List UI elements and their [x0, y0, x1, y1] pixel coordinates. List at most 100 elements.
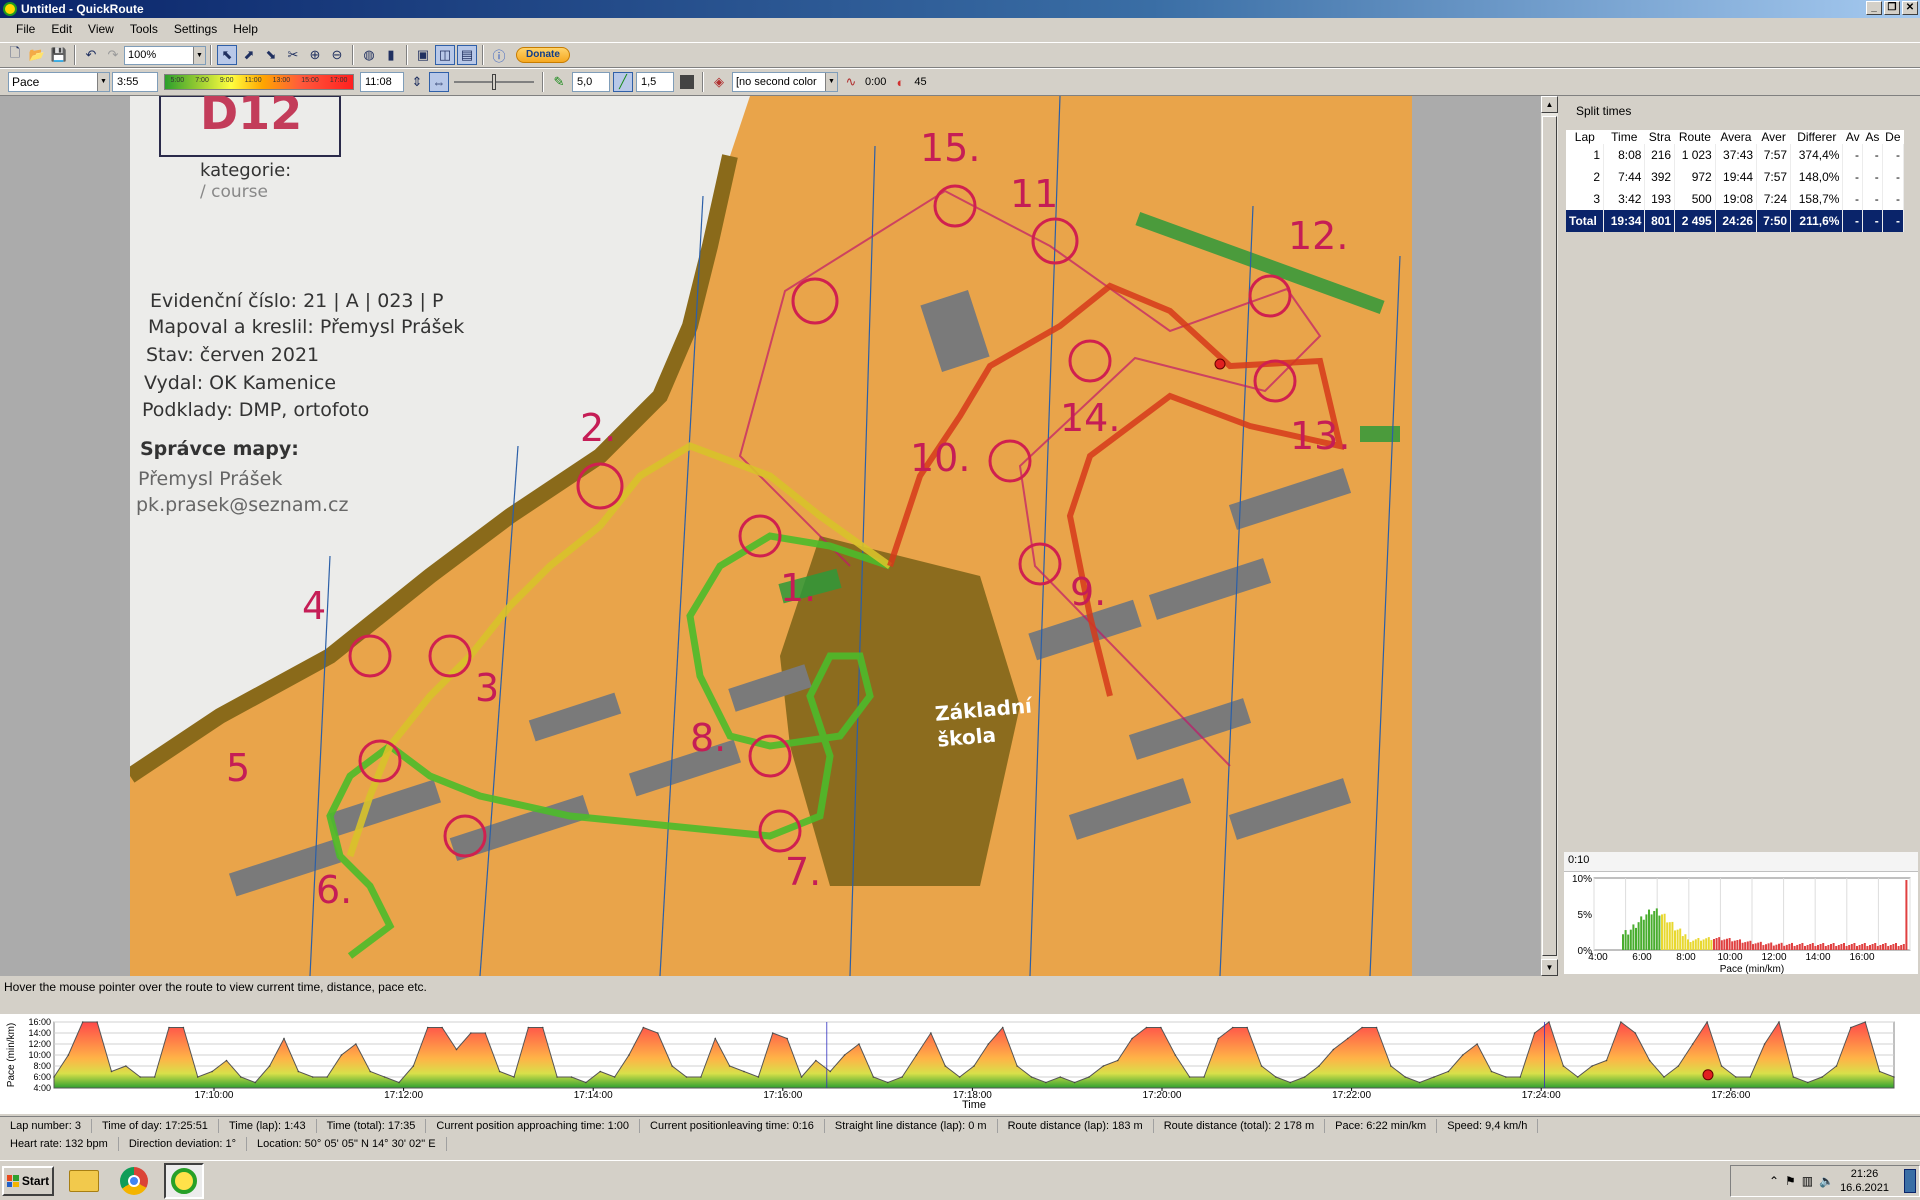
column-header[interactable]: As [1862, 130, 1882, 144]
globe-icon[interactable]: ◍ [359, 45, 379, 65]
open-file-icon[interactable]: 📂 [27, 45, 47, 65]
column-header[interactable]: Av [1843, 130, 1863, 144]
zoom-out-icon[interactable]: ⊖ [327, 45, 347, 65]
pace-data-point [211, 1070, 213, 1073]
scrollbar-thumb[interactable] [1542, 116, 1557, 956]
column-header[interactable]: Avera [1715, 130, 1756, 144]
histogram-bar [1897, 946, 1900, 950]
chevron-down-icon[interactable]: ▼ [825, 73, 837, 91]
mask-width-stepper[interactable]: 1,5 [636, 72, 674, 92]
histogram-bar [1749, 940, 1752, 950]
clock[interactable]: 21:26 16.6.2021 [1840, 1167, 1889, 1195]
window-controls: _ ❐ ✕ [1866, 1, 1918, 15]
table-row[interactable]: 2 7:44 392 972 19:44 7:57 148,0% - - - [1566, 166, 1905, 188]
histogram-bar [1754, 943, 1757, 950]
redo-icon[interactable]: ↷ [103, 45, 123, 65]
table-row[interactable]: 1 8:08 216 1 023 37:43 7:57 374,4% - - - [1566, 144, 1905, 166]
network-icon[interactable]: ▥ [1802, 1174, 1813, 1188]
column-header[interactable]: Differer [1791, 130, 1843, 144]
histogram-bar [1627, 934, 1630, 950]
zoom-select[interactable]: 100% ▼ [124, 45, 206, 65]
histogram-bar [1666, 922, 1669, 950]
pointer-tool-icon[interactable]: ⬉ [217, 45, 237, 65]
menu-edit[interactable]: Edit [43, 22, 80, 36]
action-center-flag-icon[interactable]: ⚑ [1785, 1174, 1796, 1188]
orienteering-map[interactable]: D12 kategorie: / course Evidenční číslo:… [130, 96, 1412, 976]
help-icon[interactable]: ⓘ [489, 45, 509, 65]
undo-icon[interactable]: ↶ [81, 45, 101, 65]
file-explorer-taskbar-icon[interactable] [64, 1163, 104, 1199]
histogram-bar [1811, 942, 1814, 950]
column-header[interactable]: Route [1675, 130, 1716, 144]
chevron-down-icon[interactable]: ▼ [193, 46, 205, 64]
route-mask-icon[interactable]: ╱ [613, 72, 633, 92]
lap-histogram-panel[interactable]: 16:00 14:00 12:00 10:00 8:00 6:00 4:00 17:10:00… [0, 1014, 1920, 1114]
show-desktop-button[interactable] [1904, 1169, 1916, 1193]
map-course-label: / course [200, 182, 268, 202]
start-button[interactable]: Start [2, 1166, 54, 1196]
right-panel-toggle-icon[interactable]: ◫ [435, 45, 455, 65]
zoom-in-icon[interactable]: ⊕ [305, 45, 325, 65]
color-range-scale[interactable]: 5:00 7:00 9:00 11:00 13:00 15:00 17:00 [164, 74, 354, 90]
menu-view[interactable]: View [80, 22, 122, 36]
histogram-interval-value[interactable]: 0:10 [1568, 854, 1589, 866]
transparency-slider[interactable] [454, 72, 534, 92]
histogram-interval-field[interactable]: 0:10 [1564, 852, 1918, 872]
color-range-max-input[interactable]: 11:08 [360, 72, 404, 92]
close-button[interactable]: ✕ [1902, 1, 1918, 15]
column-header[interactable]: Aver [1757, 130, 1791, 144]
line-width-stepper[interactable]: 5,0 [572, 72, 610, 92]
bookmark-icon[interactable]: ▮ [381, 45, 401, 65]
chevron-down-icon[interactable]: ▼ [97, 73, 109, 91]
histogram-bar [1814, 945, 1817, 950]
bottom-panel-toggle-icon[interactable]: ▤ [457, 45, 477, 65]
menu-help[interactable]: Help [225, 22, 266, 36]
adjust-range-icon[interactable]: ⇕ [407, 72, 427, 92]
show-hidden-icons-icon[interactable]: ⌃ [1769, 1174, 1779, 1188]
new-file-icon[interactable]: 🗋 [5, 45, 25, 65]
menu-settings[interactable]: Settings [166, 22, 225, 36]
color-coding-attribute-select[interactable]: Pace ▼ [8, 72, 110, 92]
split-times-table[interactable]: Lap Time Stra Route Avera Aver Differer … [1566, 130, 1905, 232]
scroll-up-icon[interactable]: ▲ [1541, 96, 1558, 113]
color-range-min-input[interactable]: 3:55 [112, 72, 158, 92]
chrome-taskbar-icon[interactable] [114, 1163, 154, 1199]
quickroute-taskbar-icon[interactable] [164, 1163, 204, 1199]
minimize-button[interactable]: _ [1866, 1, 1882, 15]
slider-thumb[interactable] [492, 74, 496, 90]
histogram-bar [1650, 914, 1653, 950]
pace-time-chart[interactable]: 16:0014:0012:0010:008:006:004:00 17:10:00… [0, 1014, 1920, 1114]
direction-value[interactable]: 45 [914, 76, 926, 88]
table-total-row[interactable]: Total 19:34 801 2 495 24:26 7:50 211,6% … [1566, 210, 1905, 232]
pace-data-point [1016, 1065, 1018, 1067]
column-header[interactable]: Lap [1566, 130, 1604, 144]
menu-tools[interactable]: Tools [122, 22, 166, 36]
maximize-button[interactable]: ❐ [1884, 1, 1900, 15]
pace-data-point [311, 1076, 314, 1078]
histogram-y-label: 10% [1572, 874, 1592, 885]
histogram-bar [1640, 916, 1643, 950]
smoothing-value[interactable]: 0:00 [865, 76, 886, 88]
donate-button[interactable]: Donate [516, 47, 570, 63]
fullscreen-icon[interactable]: ▣ [413, 45, 433, 65]
zoom-route-tool-icon[interactable]: ⬊ [261, 45, 281, 65]
map-viewport[interactable]: D12 kategorie: / course Evidenční číslo:… [0, 96, 1558, 976]
second-color-select[interactable]: [no second color ▼ [732, 72, 838, 92]
pace-data-point [1231, 1026, 1234, 1029]
scroll-down-icon[interactable]: ▼ [1541, 959, 1558, 976]
info-field: Direction deviation: 1° [119, 1137, 247, 1151]
auto-range-icon[interactable]: ⇔ [429, 72, 449, 92]
adjust-route-tool-icon[interactable]: ⬈ [239, 45, 259, 65]
cut-tool-icon[interactable]: ✂ [283, 45, 303, 65]
volume-icon[interactable]: 🔈 [1819, 1174, 1834, 1188]
pace-data-point [642, 1026, 645, 1029]
column-header[interactable]: Time [1604, 130, 1645, 144]
save-icon[interactable]: 💾 [49, 45, 69, 65]
mask-color-icon[interactable] [677, 72, 697, 92]
histogram-bar [1866, 946, 1869, 950]
column-header[interactable]: De [1882, 130, 1903, 144]
menu-file[interactable]: File [8, 22, 43, 36]
table-row[interactable]: 3 3:42 193 500 19:08 7:24 158,7% - - - [1566, 188, 1905, 210]
column-header[interactable]: Stra [1645, 130, 1675, 144]
map-vertical-scrollbar[interactable]: ▲ ▼ [1540, 96, 1558, 976]
